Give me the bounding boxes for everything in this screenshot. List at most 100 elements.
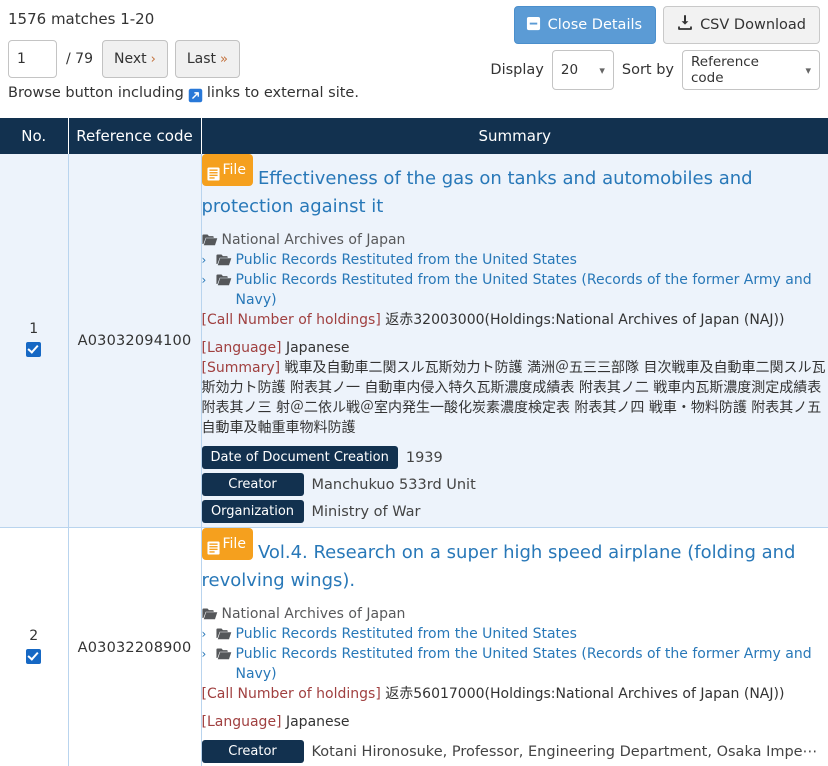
document-icon (206, 163, 220, 181)
results-toolbar: 1576 matches 1-20 / 79 Next › Last » Bro… (0, 0, 828, 118)
file-type-badge[interactable]: File (201, 528, 253, 560)
chevron-down-icon: ▾ (599, 63, 605, 77)
sort-by-select[interactable]: Reference code ▾ (682, 50, 820, 90)
next-page-button[interactable]: Next › (101, 40, 168, 78)
table-row: 2 A03032208900 File Vol.4. Research on a… (0, 527, 828, 766)
file-type-badge-label: File (222, 162, 246, 178)
column-header-summary: Summary (201, 118, 828, 154)
display-count-select[interactable]: 20 ▾ (551, 50, 614, 90)
metadata-tag-row: Creator Manchukuo 533rd Unit (201, 473, 828, 496)
hierarchy-link[interactable]: Public Records Restituted from the Unite… (236, 250, 577, 270)
chevron-right-icon: › (201, 273, 207, 287)
hierarchy-link[interactable]: Public Records Restituted from the Unite… (236, 624, 577, 644)
folder-open-icon (215, 273, 232, 287)
hierarchy-item-root: National Archives of Japan (201, 230, 828, 250)
hierarchy-link[interactable]: Public Records Restituted from the Unite… (236, 644, 828, 684)
download-icon (677, 15, 693, 35)
folder-open-icon (215, 647, 232, 661)
file-type-badge[interactable]: File (201, 154, 253, 186)
metadata-tags: Date of Document Creation 1939 Creator M… (201, 446, 828, 523)
display-sort-controls: Display 20 ▾ Sort by Reference code ▾ (490, 50, 820, 90)
call-number-value: 返赤56017000(Holdings:National Archives of… (385, 686, 785, 702)
chevron-right-icon: › (201, 647, 207, 661)
folder-open-icon (215, 253, 232, 267)
file-type-badge-label: File (222, 536, 246, 552)
display-count-value: 20 (560, 62, 579, 78)
header-row: No. Reference code Summary (0, 118, 828, 154)
external-link-icon (188, 88, 203, 103)
row-number-cell: 2 (0, 527, 69, 766)
row-number-cell: 1 (0, 154, 69, 528)
hierarchy-breadcrumb: National Archives of Japan › Public Reco… (202, 230, 828, 310)
browse-note-prefix: Browse button including (8, 85, 184, 101)
call-number-key: [Call Number of holdings] (201, 312, 381, 328)
result-title-line: File Vol.4. Research on a super high spe… (201, 528, 828, 595)
summary-cell: File Vol.4. Research on a super high spe… (201, 527, 828, 766)
minus-square-icon (526, 16, 541, 35)
call-number-line: [Call Number of holdings] 返赤32003000(Hol… (202, 310, 828, 330)
result-title-line: File Effectiveness of the gas on tanks a… (201, 154, 828, 221)
chevron-right-icon: › (150, 51, 156, 67)
hierarchy-item-root: National Archives of Japan (201, 604, 828, 624)
hierarchy-label: National Archives of Japan (221, 606, 406, 622)
chevron-double-right-icon: » (219, 51, 228, 67)
hierarchy-link[interactable]: Public Records Restituted from the Unite… (236, 270, 828, 310)
language-line: [Language] Japanese (202, 338, 828, 358)
row-select-checkbox[interactable] (26, 649, 42, 664)
hierarchy-item-level1: › Public Records Restituted from the Uni… (202, 624, 828, 644)
close-details-button[interactable]: Close Details (513, 6, 657, 44)
result-title-link[interactable]: Effectiveness of the gas on tanks and au… (202, 168, 753, 217)
csv-download-button[interactable]: CSV Download (663, 6, 820, 44)
hierarchy-item-level2: › Public Records Restituted from the Uni… (202, 270, 828, 310)
summary-cell: File Effectiveness of the gas on tanks a… (201, 154, 828, 528)
result-title-link[interactable]: Vol.4. Research on a super high speed ai… (202, 542, 796, 591)
search-results-table: No. Reference code Summary 1 A0303209410… (0, 118, 828, 766)
results-table-header: No. Reference code Summary (0, 118, 828, 154)
column-header-no: No. (0, 118, 69, 154)
call-number-line: [Call Number of holdings] 返赤56017000(Hol… (202, 684, 828, 704)
hierarchy-label: National Archives of Japan (221, 232, 406, 248)
language-line: [Language] Japanese (202, 712, 828, 732)
call-number-key: [Call Number of holdings] (201, 686, 381, 702)
document-icon (206, 537, 220, 555)
next-page-label: Next (113, 51, 147, 67)
results-table-body: 1 A03032094100 File Effectiveness of the… (0, 154, 828, 766)
hierarchy-breadcrumb: National Archives of Japan › Public Reco… (202, 604, 828, 684)
metadata-tag-row: Creator Kotani Hironosuke, Professor, En… (201, 740, 828, 763)
row-number: 1 (29, 321, 39, 337)
call-number-value: 返赤32003000(Holdings:National Archives of… (385, 312, 785, 328)
page-total-label: / 79 (66, 51, 93, 67)
hierarchy-item-level1: › Public Records Restituted from the Uni… (202, 250, 828, 270)
sort-by-label: Sort by (621, 62, 674, 78)
tag-value-date-of-document-creation: 1939 (405, 449, 443, 466)
reference-code-cell: A03032094100 (68, 154, 202, 528)
chevron-right-icon: › (201, 253, 207, 267)
language-value: Japanese (285, 714, 350, 730)
column-header-reference-code: Reference code (68, 118, 202, 154)
row-number: 2 (29, 628, 39, 644)
folder-open-icon (201, 607, 218, 621)
toolbar-action-buttons: Close Details CSV Download (513, 6, 820, 44)
folder-open-icon (215, 627, 232, 641)
summary-key: [Summary] (201, 360, 281, 376)
tag-label-organization: Organization (201, 500, 304, 523)
last-page-label: Last (186, 51, 216, 67)
chevron-right-icon: › (201, 627, 207, 641)
summary-line: [Summary] 戦車及自動車二関スル瓦斯効力ト防護 満洲＠五三三部隊 目次戦… (202, 358, 828, 438)
tag-label-date-of-document-creation: Date of Document Creation (201, 446, 398, 469)
close-details-label: Close Details (547, 17, 643, 33)
sort-by-value: Reference code (691, 54, 759, 86)
chevron-down-icon: ▾ (805, 63, 811, 77)
tag-label-creator: Creator (201, 740, 304, 763)
language-key: [Language] (201, 340, 282, 356)
row-select-checkbox[interactable] (26, 342, 42, 357)
page-number-input[interactable] (8, 40, 57, 78)
language-key: [Language] (201, 714, 282, 730)
tag-label-creator: Creator (201, 473, 304, 496)
tag-value-creator: Kotani Hironosuke, Professor, Engineerin… (311, 743, 818, 760)
last-page-button[interactable]: Last » (174, 40, 240, 78)
metadata-tags: Creator Kotani Hironosuke, Professor, En… (201, 740, 828, 763)
summary-value: 戦車及自動車二関スル瓦斯効力ト防護 満洲＠五三三部隊 目次戦車及自動車二関スル瓦… (201, 360, 826, 436)
metadata-tag-row: Organization Ministry of War (201, 500, 828, 523)
